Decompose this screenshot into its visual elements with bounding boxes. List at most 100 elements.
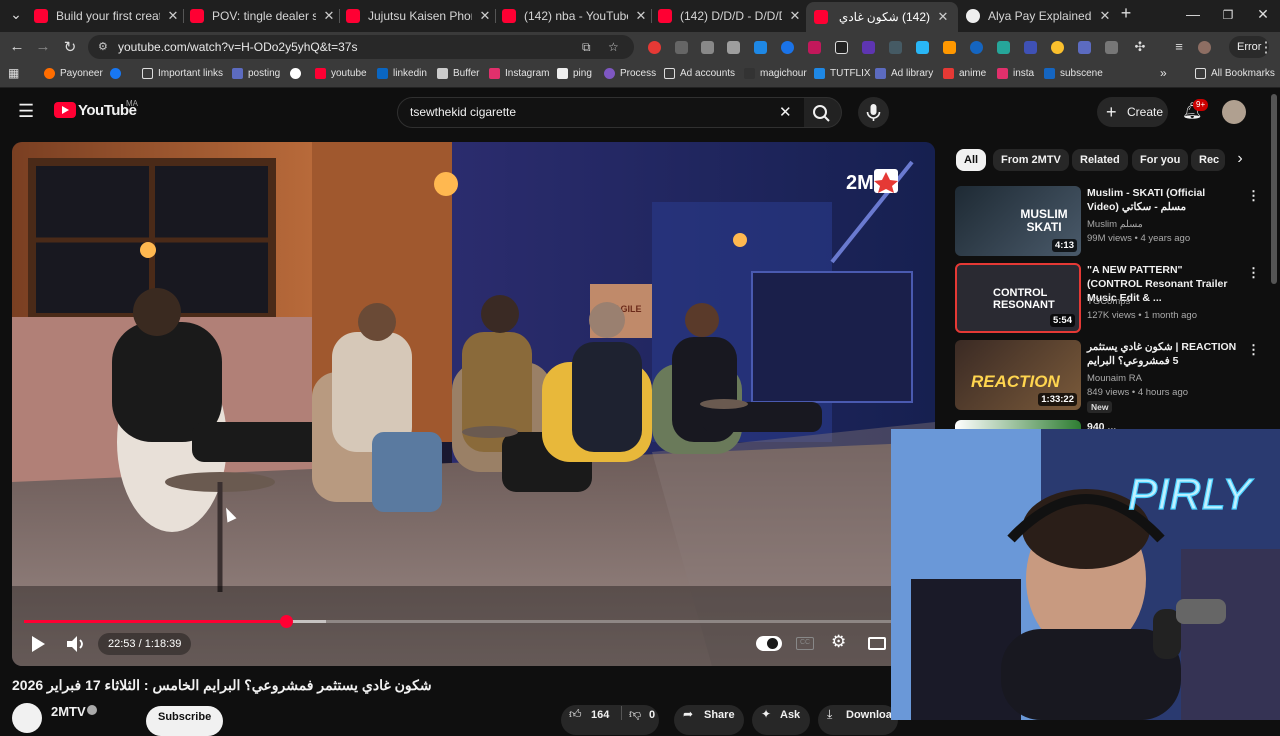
- bookmark-tutflix[interactable]: TUTFLIX: [814, 68, 871, 79]
- mute-button[interactable]: [64, 633, 88, 655]
- extension-icon[interactable]: [997, 41, 1010, 54]
- recommendation-item[interactable]: REACTION 1:33:22 REACTION | شكون غادي يس…: [955, 340, 1270, 416]
- browser-tab-4[interactable]: (142) nba - YouTube ✕: [502, 4, 648, 28]
- more-options-icon[interactable]: ⋮: [1247, 342, 1260, 358]
- dislike-count[interactable]: 0: [649, 709, 655, 721]
- extension-icon[interactable]: [1051, 41, 1064, 54]
- bookmark-anime[interactable]: anime: [943, 68, 986, 79]
- recommendation-title[interactable]: Muslim - SKATI (Official Video) مسلم - س…: [1087, 186, 1237, 214]
- chip-related[interactable]: Related: [1072, 149, 1128, 171]
- autoplay-toggle[interactable]: [756, 636, 782, 651]
- recommendation-channel[interactable]: TGComps: [1087, 296, 1130, 307]
- bookmark-insta[interactable]: insta: [997, 68, 1034, 79]
- share-button[interactable]: ➦ Share: [674, 705, 744, 735]
- extension-icon[interactable]: [916, 41, 929, 54]
- video-thumbnail[interactable]: CONTROL RESONANT 5:54: [955, 263, 1081, 333]
- more-bookmarks-chevron-icon[interactable]: »: [1160, 66, 1167, 80]
- extension-icon[interactable]: [889, 41, 902, 54]
- extension-icon[interactable]: [754, 41, 767, 54]
- extension-icon[interactable]: [862, 41, 875, 54]
- bookmark-magichour[interactable]: magichour: [744, 68, 807, 79]
- chip-for-you[interactable]: For you: [1132, 149, 1189, 171]
- close-tab-icon[interactable]: ✕: [634, 8, 648, 24]
- recommendation-channel[interactable]: Muslim مسلم: [1087, 219, 1143, 230]
- video-player[interactable]: FRAGILE 2M 22:53 / 1:18:39 CC ⚙: [12, 142, 935, 666]
- bookmark-buffer[interactable]: Buffer: [437, 68, 480, 79]
- close-tab-icon[interactable]: ✕: [788, 8, 802, 24]
- apps-grid-icon[interactable]: ▦: [8, 66, 19, 80]
- voice-search-button[interactable]: [858, 97, 889, 128]
- subtitles-cc-icon[interactable]: CC: [796, 637, 814, 650]
- browser-tab-2[interactable]: POV: tingle dealer sells yo ✕: [190, 4, 336, 28]
- video-thumbnail[interactable]: REACTION 1:33:22: [955, 340, 1081, 410]
- extension-icon[interactable]: [943, 41, 956, 54]
- subscribe-button[interactable]: Subscribe: [146, 706, 224, 736]
- play-button[interactable]: [26, 633, 48, 655]
- bookmark-posting[interactable]: posting: [232, 68, 280, 79]
- tab-search-chevron-icon[interactable]: ⌄: [6, 6, 26, 23]
- chip-recent[interactable]: Rec: [1191, 149, 1225, 171]
- cast-icon[interactable]: ⧉: [582, 35, 591, 59]
- user-avatar[interactable]: [1222, 100, 1246, 124]
- miniplayer-icon[interactable]: [868, 637, 886, 650]
- bookmark-linkedin[interactable]: linkedin: [377, 68, 427, 79]
- video-thumbnail[interactable]: MUSLIM SKATI 4:13: [955, 186, 1081, 256]
- download-button[interactable]: ⤓ Download: [818, 705, 898, 735]
- reload-icon[interactable]: ↻: [61, 38, 79, 56]
- extension-icon[interactable]: [648, 41, 661, 54]
- address-bar[interactable]: ⚙ youtube.com/watch?v=H-ODo2y5yhQ&t=37s …: [88, 35, 634, 59]
- recommendation-item[interactable]: CONTROL RESONANT 5:54 "A NEW PATTERN" (C…: [955, 263, 1270, 333]
- settings-gear-icon[interactable]: ⚙: [831, 632, 846, 652]
- chip-from-2mtv[interactable]: From 2MTV: [993, 149, 1069, 171]
- profile-avatar-icon[interactable]: [1198, 41, 1211, 54]
- browser-tab-6-active[interactable]: (142) شكون غادي يستثمر ✕: [806, 2, 958, 32]
- extension-icon[interactable]: [970, 41, 983, 54]
- maximize-icon[interactable]: ❐: [1218, 8, 1238, 22]
- video-progress-track[interactable]: [24, 615, 924, 628]
- extension-icon[interactable]: [701, 41, 714, 54]
- browser-menu-icon[interactable]: ⋮: [1257, 38, 1275, 56]
- extension-icon[interactable]: [675, 41, 688, 54]
- recommendation-item[interactable]: 940 ...: [955, 420, 1270, 429]
- youtube-logo-icon[interactable]: [54, 102, 76, 118]
- channel-name[interactable]: 2MTV: [51, 704, 86, 719]
- bookmark-instagram[interactable]: Instagram: [489, 68, 549, 79]
- browser-tab-3[interactable]: Jujutsu Kaisen Phonk HD ✕: [346, 4, 492, 28]
- video-scrubber-handle[interactable]: [280, 615, 293, 628]
- close-tab-icon[interactable]: ✕: [166, 8, 180, 24]
- create-button[interactable]: + Create: [1097, 97, 1168, 127]
- bookmark-ad-accounts[interactable]: Ad accounts: [664, 68, 735, 79]
- back-arrow-icon[interactable]: ←: [8, 38, 26, 55]
- extension-icon[interactable]: [1024, 41, 1037, 54]
- extension-icon[interactable]: [1105, 41, 1118, 54]
- extensions-puzzle-icon[interactable]: ✣: [1131, 39, 1149, 55]
- bookmark-payoneer[interactable]: Payoneer: [44, 68, 103, 79]
- hamburger-menu-icon[interactable]: ☰: [18, 101, 34, 122]
- bookmark-youtube[interactable]: youtube: [315, 68, 367, 79]
- browser-tab-7[interactable]: Alya Pay Explained ✕: [966, 4, 1112, 28]
- channel-avatar[interactable]: [12, 703, 42, 733]
- recommendation-channel[interactable]: Mounaim RA: [1087, 373, 1142, 384]
- close-tab-icon[interactable]: ✕: [478, 8, 492, 24]
- page-scrollbar[interactable]: [1271, 94, 1277, 284]
- more-options-icon[interactable]: ⋮: [1247, 265, 1260, 281]
- bookmark-star-icon[interactable]: ☆: [608, 35, 619, 59]
- browser-tab-1[interactable]: Build your first creative AI ✕: [34, 4, 180, 28]
- chips-next-chevron-icon[interactable]: ›: [1229, 150, 1251, 172]
- bookmark-ping[interactable]: ping: [557, 68, 592, 79]
- bookmark-ad-library[interactable]: Ad library: [875, 68, 933, 79]
- close-tab-icon[interactable]: ✕: [322, 8, 336, 24]
- recommendation-item[interactable]: MUSLIM SKATI 4:13 Muslim - SKATI (Offici…: [955, 186, 1270, 256]
- site-settings-icon[interactable]: ⚙: [98, 35, 108, 59]
- minimize-icon[interactable]: —: [1183, 6, 1203, 22]
- search-button[interactable]: [804, 97, 842, 128]
- like-count[interactable]: 164: [591, 709, 609, 721]
- ask-button[interactable]: ✦ Ask: [752, 705, 810, 735]
- new-tab-button[interactable]: +: [1116, 3, 1136, 24]
- all-bookmarks-folder[interactable]: All Bookmarks: [1195, 68, 1275, 79]
- more-options-icon[interactable]: ⋮: [1247, 188, 1260, 204]
- extension-icon[interactable]: [727, 41, 740, 54]
- close-tab-icon[interactable]: ✕: [936, 9, 950, 25]
- extension-icon[interactable]: [1078, 41, 1091, 54]
- bookmark-process[interactable]: Process: [604, 68, 656, 79]
